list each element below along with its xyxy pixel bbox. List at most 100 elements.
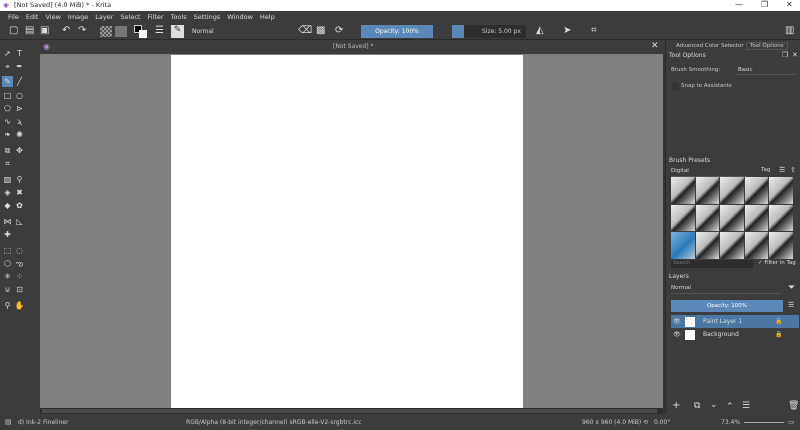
workspace-chooser-icon[interactable]: ▥ <box>785 25 794 37</box>
float-panel-icon[interactable]: ❐ <box>782 51 788 59</box>
rectangle-tool-icon[interactable]: □ <box>2 90 13 101</box>
menu-help[interactable]: Help <box>260 13 275 21</box>
layer-opacity-slider[interactable]: Opacity: 100% <box>671 300 783 312</box>
menu-file[interactable]: File <box>8 13 19 21</box>
polyline-tool-icon[interactable]: ⊳ <box>14 103 25 114</box>
brush-preset-tile[interactable] <box>671 232 695 259</box>
lock-icon[interactable]: 🔒 <box>775 328 782 341</box>
zoom-level[interactable]: 73.4% <box>721 419 740 426</box>
mirror-vertical-icon[interactable]: ➤ <box>563 25 571 37</box>
close-panel-icon[interactable]: ✕ <box>792 51 798 59</box>
elliptical-selection-icon[interactable]: ◌ <box>14 245 25 256</box>
tab-tool-options[interactable]: Tool Options <box>746 42 788 50</box>
redo-icon[interactable]: ↷ <box>78 25 86 37</box>
layer-properties-icon[interactable]: ☰ <box>742 401 750 411</box>
reference-images-tool-icon[interactable]: ✚ <box>2 229 13 240</box>
brush-preset-icon[interactable]: ✎ <box>171 25 184 38</box>
layer-name[interactable]: Background <box>703 328 739 341</box>
brush-preset-tile[interactable] <box>720 232 744 259</box>
lock-icon[interactable]: 🔓 <box>775 315 782 328</box>
calligraphy-tool-icon[interactable]: ✒ <box>14 61 25 72</box>
menu-image[interactable]: Image <box>68 13 88 21</box>
pattern-selector[interactable] <box>115 26 127 37</box>
canvas-only-icon[interactable]: ▭ <box>788 418 795 426</box>
zoom-slider[interactable] <box>744 422 784 423</box>
gradient-selector[interactable] <box>100 26 112 37</box>
new-document-icon[interactable]: ▢ <box>9 25 18 37</box>
edit-shapes-tool-icon[interactable]: ⌖ <box>2 61 13 72</box>
tab-advanced-color-selector[interactable]: Advanced Color Selector <box>676 43 744 49</box>
gradient-tool-icon[interactable]: ▧ <box>2 174 13 185</box>
freehand-selection-icon[interactable]: ఌ <box>14 258 25 269</box>
layer-name[interactable]: Paint Layer 1 <box>703 315 742 328</box>
brush-settings-icon[interactable]: ☰ <box>155 25 164 37</box>
layer-blend-mode-select[interactable]: Normal <box>671 285 781 294</box>
brush-preset-tile[interactable] <box>744 204 769 232</box>
menu-view[interactable]: View <box>45 13 60 21</box>
duplicate-layer-icon[interactable]: ⧉ <box>694 401 700 411</box>
brush-preset-tile[interactable] <box>744 232 769 259</box>
brush-preset-tile[interactable] <box>695 177 720 204</box>
preset-tag-select[interactable]: Digital <box>671 168 747 177</box>
polygon-tool-icon[interactable]: ⬠ <box>2 103 13 114</box>
brush-preset-tile[interactable] <box>720 204 744 232</box>
polygonal-selection-icon[interactable]: ⬡ <box>2 258 13 269</box>
move-tool-icon[interactable]: ✥ <box>14 145 25 156</box>
rotation-icon[interactable]: ⟲ <box>643 419 648 426</box>
layer-row-paint-layer-1[interactable]: 👁 Paint Layer 1 🔓 <box>671 315 799 328</box>
rectangular-selection-icon[interactable]: ⬚ <box>2 245 13 256</box>
open-document-icon[interactable]: ▤ <box>25 25 34 37</box>
bezier-tool-icon[interactable]: ∿ <box>2 116 13 127</box>
preset-search-input[interactable]: Search <box>671 260 753 268</box>
menu-settings[interactable]: Settings <box>194 13 221 21</box>
move-layer-down-icon[interactable]: ⌄ <box>710 400 718 410</box>
filter-in-tag-checkbox[interactable]: ✓ Filter in Tag <box>758 260 796 266</box>
snap-to-assistants-checkbox[interactable] <box>672 83 679 90</box>
brush-smoothing-select[interactable]: Basic <box>736 65 796 75</box>
layer-options-icon[interactable]: ☰ <box>788 301 794 309</box>
close-document-button[interactable]: ✕ <box>651 41 659 51</box>
maximize-button[interactable]: ❐ <box>761 0 768 9</box>
menu-filter[interactable]: Filter <box>147 13 163 21</box>
similar-color-selection-icon[interactable]: ⁘ <box>14 271 25 282</box>
presets-menu-icon[interactable]: ☰ <box>779 166 785 174</box>
smart-patch-tool-icon[interactable]: ✖ <box>14 187 25 198</box>
scrollbar-handle[interactable] <box>42 409 657 413</box>
brush-preset-tile[interactable] <box>720 177 744 204</box>
menu-window[interactable]: Window <box>227 13 253 21</box>
reload-preset-icon[interactable]: ⟳ <box>335 25 343 37</box>
undo-icon[interactable]: ↶ <box>62 25 70 37</box>
brush-preset-tile[interactable] <box>769 177 793 204</box>
dynamic-brush-tool-icon[interactable]: ❧ <box>2 129 13 140</box>
blend-mode-select[interactable]: Normal <box>186 25 296 38</box>
menu-select[interactable]: Select <box>120 13 140 21</box>
opacity-slider[interactable]: Opacity: 100% <box>361 25 433 38</box>
eraser-mode-icon[interactable]: ⌫ <box>298 25 312 37</box>
visibility-eye-icon[interactable]: 👁 <box>673 315 681 328</box>
brush-preset-tile[interactable] <box>671 177 695 204</box>
canvas[interactable] <box>171 55 523 408</box>
add-layer-icon[interactable]: + <box>672 400 680 411</box>
transform-tool-icon[interactable]: ⧉ <box>2 145 13 156</box>
save-icon[interactable]: ▣ <box>40 25 49 37</box>
delete-layer-icon[interactable]: 🗑 <box>788 401 799 411</box>
rotation-value[interactable]: 0.00° <box>654 419 670 426</box>
zoom-tool-icon[interactable]: ⚲ <box>2 300 13 311</box>
brush-preset-tile[interactable] <box>744 177 769 204</box>
ellipse-tool-icon[interactable]: ○ <box>14 90 25 101</box>
canvas-area[interactable] <box>40 54 663 408</box>
crop-tool-icon[interactable]: ⌗ <box>2 158 13 169</box>
brush-preset-tile[interactable] <box>769 204 793 232</box>
background-color-swatch[interactable] <box>139 30 147 38</box>
freehand-path-tool-icon[interactable]: ϡ <box>14 116 25 127</box>
close-window-button[interactable]: ✕ <box>786 0 793 9</box>
line-tool-icon[interactable]: ╱ <box>14 76 25 87</box>
bezier-selection-icon[interactable]: ⊍ <box>2 284 13 295</box>
tag-button[interactable]: Tag <box>761 167 770 173</box>
size-slider[interactable]: Size: 5.00 px <box>452 25 526 38</box>
menu-edit[interactable]: Edit <box>26 13 39 21</box>
visibility-eye-icon[interactable]: 👁 <box>673 328 681 341</box>
move-layer-up-icon[interactable]: ⌃ <box>726 402 734 412</box>
assistant-tool-icon[interactable]: ⋈ <box>2 216 13 227</box>
colorize-mask-tool-icon[interactable]: ◈ <box>2 187 13 198</box>
